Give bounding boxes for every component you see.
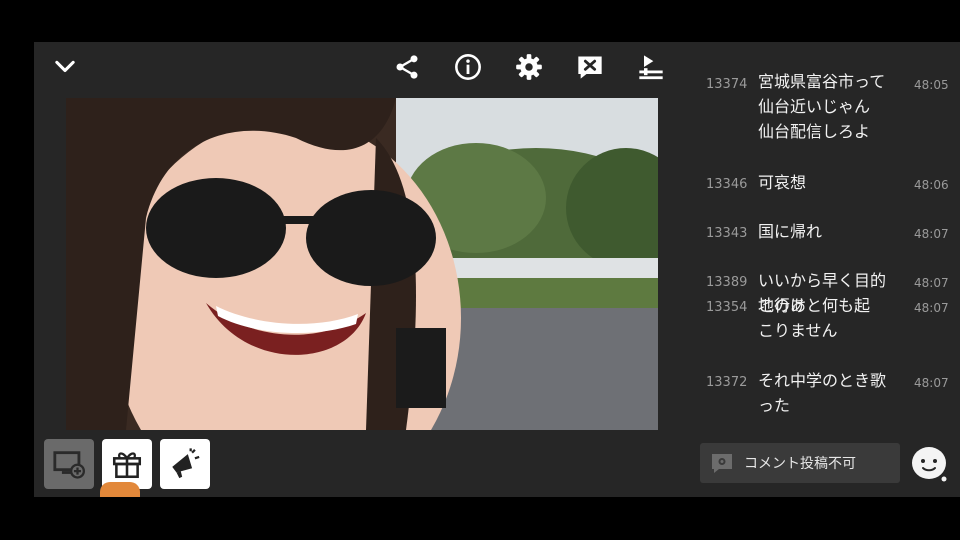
comment-text: 宮城県富谷市って 仙台近いじゃん 仙台配信しろよ — [758, 72, 886, 141]
emotion-button[interactable] — [909, 443, 949, 483]
comment-number: 13354 — [706, 300, 748, 315]
comment-time: 48:06 — [914, 178, 949, 192]
comment-time: 48:07 — [914, 227, 949, 241]
share-icon — [396, 55, 418, 79]
player-frame: 13374 宮城県富谷市って 仙台近いじゃん 仙台配信しろよ 48:05 13346… — [34, 42, 960, 497]
screen-add-button[interactable] — [44, 439, 94, 489]
comment-time: 48:05 — [914, 78, 949, 92]
comment-number: 13343 — [706, 226, 748, 241]
comment-number: 13374 — [706, 77, 748, 92]
comment-number: 13346 — [706, 177, 748, 192]
video-frame[interactable] — [66, 98, 658, 430]
chevron-down-icon — [55, 60, 75, 73]
quality-button[interactable] — [635, 51, 667, 83]
comment-text: それ中学のとき歌 った — [758, 371, 887, 415]
smiley-face-icon — [912, 447, 947, 482]
gift-icon — [112, 452, 142, 479]
comment-input-disabled[interactable]: コメント投稿不可 — [700, 443, 900, 483]
comment-text: このあと何も起 こりません — [758, 296, 871, 340]
player-toolbar — [34, 42, 694, 92]
comment-settings-icon — [712, 454, 732, 473]
comment-time: 48:07 — [914, 301, 949, 315]
gift-badge — [100, 482, 140, 497]
comment-list[interactable]: 13374 宮城県富谷市って 仙台近いじゃん 仙台配信しろよ 48:05 13346… — [694, 62, 960, 452]
settings-button[interactable] — [513, 51, 545, 83]
comment-number: 13372 — [706, 375, 748, 390]
comment-hide-icon — [578, 56, 602, 79]
video-image — [66, 98, 658, 430]
comment-toggle-button[interactable] — [574, 51, 606, 83]
comment-text: 可哀想 — [758, 173, 807, 192]
comment-text: 国に帰れ — [758, 222, 823, 241]
comment-disabled-label: コメント投稿不可 — [744, 456, 856, 472]
comment-time: 48:07 — [914, 376, 949, 390]
info-button[interactable] — [452, 51, 484, 83]
share-button[interactable] — [391, 51, 423, 83]
info-icon — [455, 54, 481, 80]
gear-icon — [516, 54, 542, 80]
advertise-button[interactable] — [160, 439, 210, 489]
megaphone-icon — [172, 448, 200, 479]
collapse-button[interactable] — [49, 51, 81, 83]
quality-icon — [639, 55, 663, 80]
comment-time: 48:07 — [914, 276, 949, 290]
comment-number: 13389 — [706, 275, 748, 290]
screen-add-icon — [53, 451, 86, 479]
